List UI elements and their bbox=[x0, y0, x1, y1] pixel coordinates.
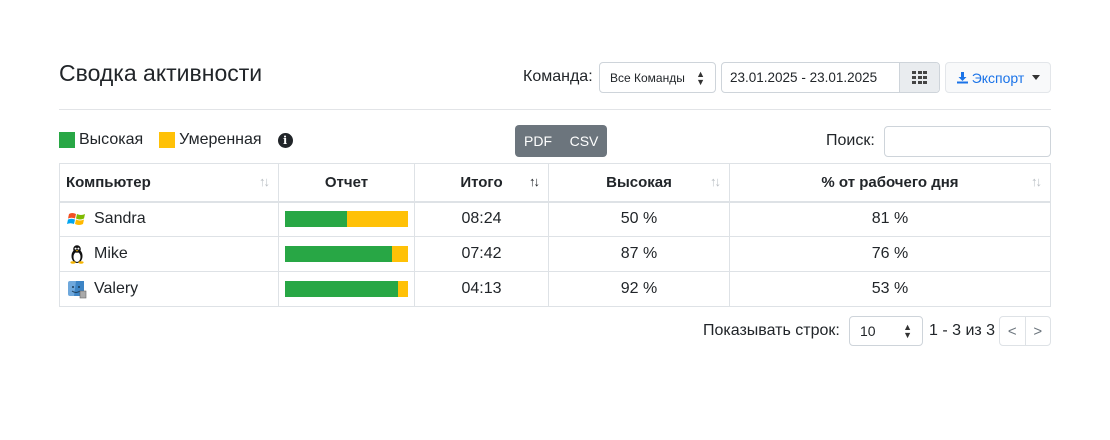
legend-item-high: Высокая bbox=[59, 131, 143, 149]
activity-bar bbox=[285, 281, 408, 297]
rows-per-page-select[interactable]: 10 ▲ ▼ bbox=[849, 316, 923, 346]
rows-per-page-value: 10 bbox=[860, 323, 876, 339]
computer-name: Mike bbox=[94, 245, 128, 262]
legend-swatch-high bbox=[59, 132, 75, 148]
team-label: Команда: bbox=[523, 68, 593, 85]
bar-segment-moderate bbox=[392, 246, 408, 262]
bar-segment-high bbox=[285, 246, 392, 262]
cell-report bbox=[278, 201, 415, 237]
column-header-high[interactable]: Высокая ↑↓ bbox=[548, 163, 730, 203]
header-divider bbox=[59, 109, 1051, 110]
rows-per-page-label: Показывать строк: bbox=[703, 322, 840, 339]
pdf-button[interactable]: PDF bbox=[515, 125, 561, 157]
bar-segment-moderate bbox=[346, 211, 408, 228]
legend-item-moderate: Умеренная bbox=[159, 131, 262, 149]
sort-desc-icon: ↑↓ bbox=[529, 174, 540, 189]
export-label: Экспорт bbox=[971, 69, 1025, 86]
date-range-picker[interactable]: 23.01.2025 - 23.01.2025 bbox=[721, 62, 940, 93]
bar-segment-high bbox=[285, 211, 347, 228]
activity-bar bbox=[285, 246, 408, 262]
legend: Высокая Умеренная i bbox=[59, 131, 293, 149]
cell-computer: Mike bbox=[59, 236, 279, 272]
cell-high: 92 % bbox=[548, 271, 730, 307]
table-header-row: Компьютер ↑↓ Отчет Итого ↑↓ Высокая ↑↓ %… bbox=[59, 163, 1051, 203]
bar-segment-moderate bbox=[398, 281, 408, 297]
cell-total: 08:24 bbox=[414, 201, 549, 237]
cell-high: 87 % bbox=[548, 236, 730, 272]
column-header-computer[interactable]: Компьютер ↑↓ bbox=[59, 163, 279, 203]
calendar-grid-icon bbox=[912, 70, 927, 85]
sort-icon: ↑↓ bbox=[710, 174, 721, 189]
pagination-nav: < > bbox=[999, 316, 1051, 346]
pagination-range: 1 - 3 из 3 bbox=[929, 322, 996, 339]
table-row: Valery 04:13 92 % 53 % bbox=[59, 271, 1051, 307]
table-row: Mike 07:42 87 % 76 % bbox=[59, 236, 1051, 272]
column-header-workday-percent[interactable]: % от рабочего дня ↑↓ bbox=[729, 163, 1051, 203]
cell-computer: Sandra bbox=[59, 201, 279, 237]
cell-workday-percent: 76 % bbox=[729, 236, 1051, 272]
sort-icon: ↑↓ bbox=[1031, 174, 1042, 189]
cell-computer: Valery bbox=[59, 271, 279, 307]
legend-label-moderate: Умеренная bbox=[179, 131, 262, 148]
cell-report bbox=[278, 271, 415, 307]
activity-table: Компьютер ↑↓ Отчет Итого ↑↓ Высокая ↑↓ %… bbox=[59, 163, 1051, 307]
search-input[interactable] bbox=[884, 126, 1051, 157]
select-arrows-icon: ▲ ▼ bbox=[696, 68, 705, 87]
mac-icon bbox=[68, 281, 87, 299]
team-select[interactable]: Все Команды ▲ ▼ bbox=[599, 62, 716, 93]
cell-total: 07:42 bbox=[414, 236, 549, 272]
cell-workday-percent: 81 % bbox=[729, 201, 1051, 237]
computer-name: Valery bbox=[94, 280, 139, 297]
activity-bar bbox=[285, 211, 408, 228]
csv-button[interactable]: CSV bbox=[561, 125, 607, 157]
cell-report bbox=[278, 236, 415, 272]
bar-segment-high bbox=[285, 281, 399, 297]
cell-total: 04:13 bbox=[414, 271, 549, 307]
legend-label-high: Высокая bbox=[79, 131, 144, 148]
cell-high: 50 % bbox=[548, 201, 730, 237]
windows-icon bbox=[67, 213, 85, 226]
chevron-down-icon bbox=[1032, 75, 1041, 80]
sort-icon: ↑↓ bbox=[259, 174, 270, 189]
linux-icon bbox=[70, 245, 84, 264]
column-header-total[interactable]: Итого ↑↓ bbox=[414, 163, 549, 203]
download-icon bbox=[956, 72, 968, 84]
team-select-value: Все Команды bbox=[610, 70, 685, 85]
date-range-input[interactable]: 23.01.2025 - 23.01.2025 bbox=[722, 63, 899, 92]
prev-page-button[interactable]: < bbox=[1000, 317, 1026, 345]
select-arrows-icon: ▲ ▼ bbox=[903, 322, 912, 340]
table-row: Sandra 08:24 50 % 81 % bbox=[59, 201, 1051, 237]
info-icon[interactable]: i bbox=[277, 132, 293, 148]
computer-name: Sandra bbox=[94, 210, 146, 228]
cell-workday-percent: 53 % bbox=[729, 271, 1051, 307]
export-format-group: PDF CSV bbox=[515, 125, 607, 157]
export-button[interactable]: Экспорт bbox=[945, 62, 1051, 93]
search-label: Поиск: bbox=[826, 132, 875, 149]
column-header-report: Отчет bbox=[278, 163, 415, 203]
page-title: Сводка активности bbox=[59, 60, 263, 86]
next-page-button[interactable]: > bbox=[1026, 317, 1051, 345]
calendar-button[interactable] bbox=[899, 63, 939, 92]
legend-swatch-moderate bbox=[159, 132, 176, 148]
